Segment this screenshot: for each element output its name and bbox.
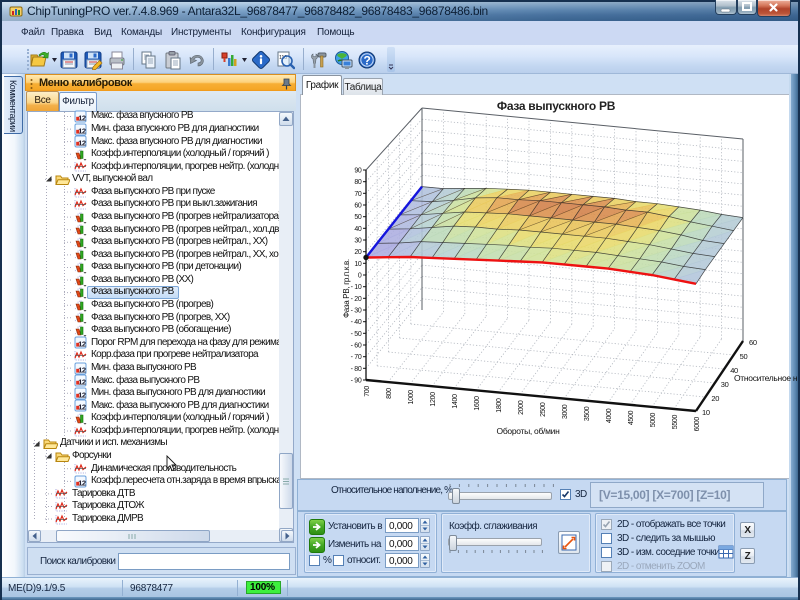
svg-text:?: ? [363, 54, 370, 68]
